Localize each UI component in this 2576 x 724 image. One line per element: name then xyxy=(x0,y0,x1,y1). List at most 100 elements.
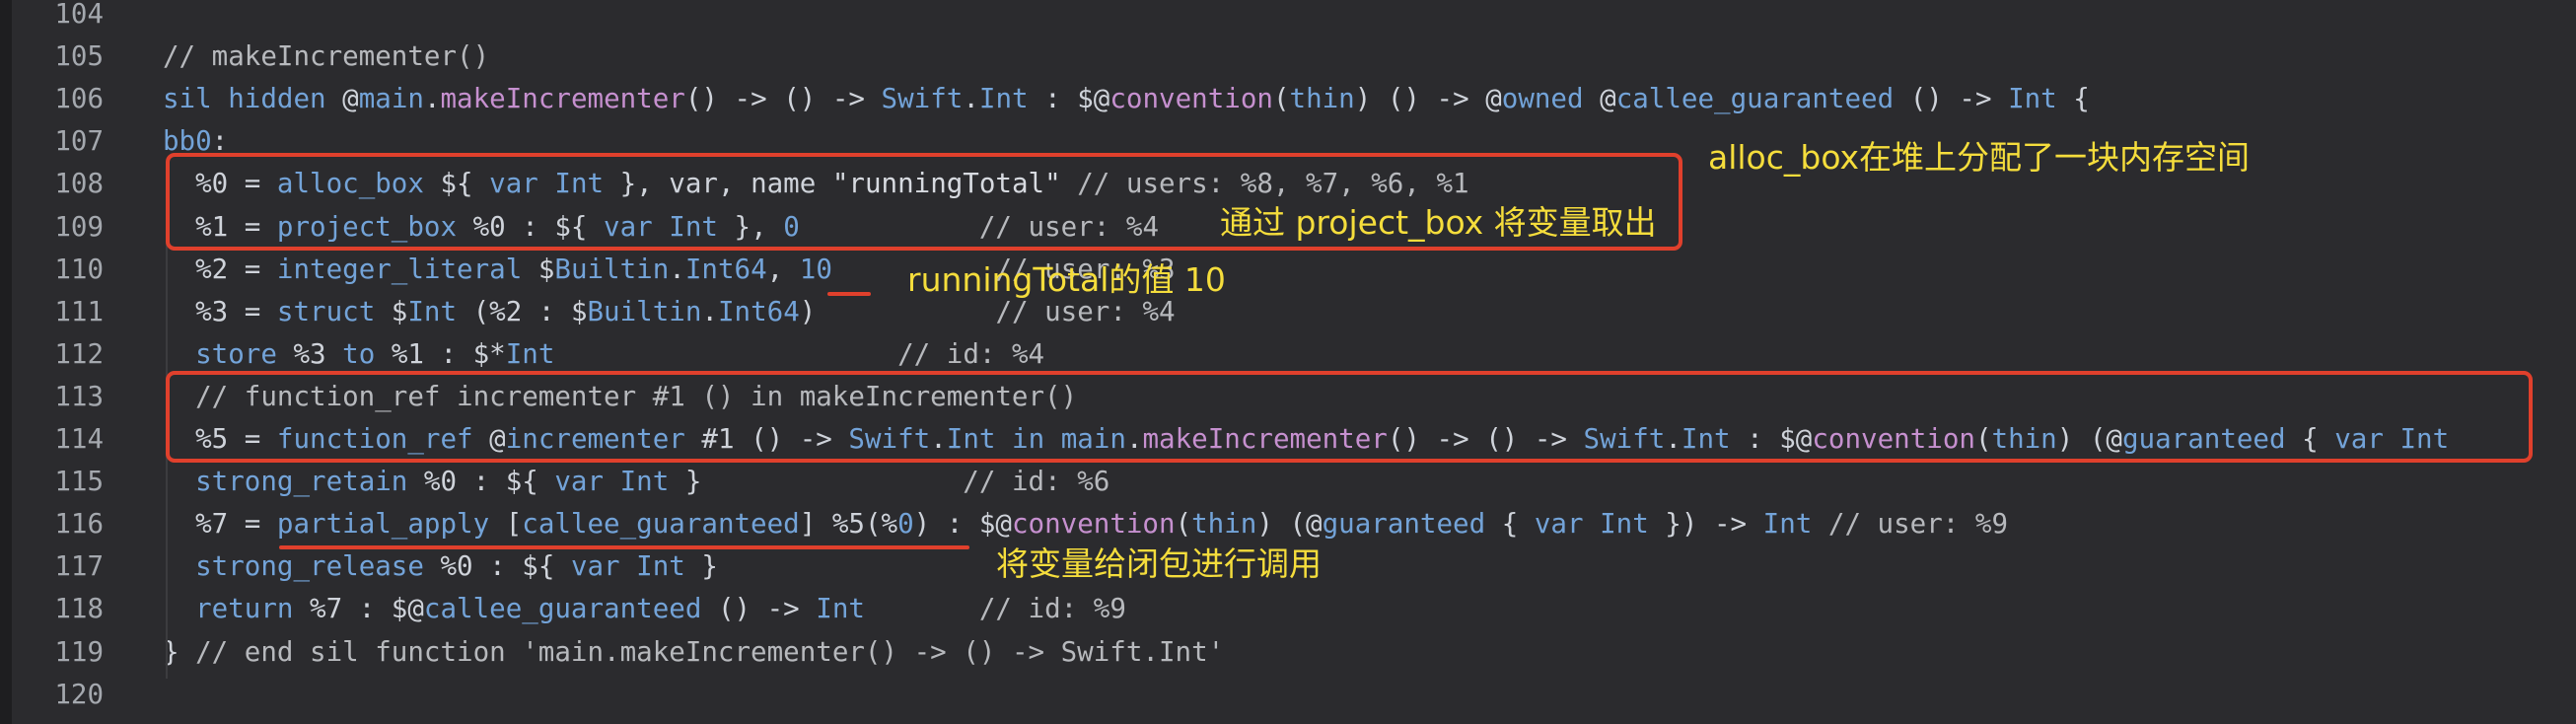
code-token: 10 xyxy=(799,253,832,285)
code-token: ( xyxy=(1175,508,1192,541)
code-token: // id: %9 xyxy=(978,593,1126,625)
highlight-box-function-ref xyxy=(166,371,2533,463)
code-line[interactable]: 119 } // end sil function 'main.makeIncre… xyxy=(0,631,2576,674)
code-token: ( xyxy=(1272,83,1290,115)
annotation-partial-apply: 将变量给闭包进行调用 xyxy=(996,544,1322,583)
line-number: 116 xyxy=(54,508,104,541)
code-token: $ xyxy=(522,253,555,285)
code-token: store xyxy=(195,337,277,370)
code-token: , xyxy=(766,253,800,285)
code-line[interactable]: 116 %7 = partial_apply [callee_guarantee… xyxy=(0,503,2576,545)
code-token: strong_release xyxy=(195,550,424,583)
code-line[interactable]: 112 store %3 to %1 : $*Int // id: %4 xyxy=(0,333,2576,376)
code-token: Int xyxy=(505,337,555,370)
annotation-project-box: 通过 project_box 将变量取出 xyxy=(1220,203,1657,242)
underline-value-10 xyxy=(827,292,871,296)
code-token: callee_guaranteed xyxy=(522,508,800,541)
code-token: owned xyxy=(1501,83,1584,115)
code-token: { xyxy=(1485,508,1535,541)
code-token: // id: %6 xyxy=(963,466,1110,498)
line-number: 106 xyxy=(54,83,104,115)
code-text[interactable]: // makeIncrementer() xyxy=(163,36,489,78)
code-text[interactable]: } // end sil function 'main.makeIncremen… xyxy=(163,631,1224,674)
code-token: Int xyxy=(1762,508,1813,541)
code-line[interactable]: 118 return %7 : $@callee_guaranteed () -… xyxy=(0,588,2576,630)
code-text[interactable]: strong_release %0 : ${ var Int } xyxy=(163,545,718,588)
code-text[interactable]: %7 = partial_apply [callee_guaranteed] %… xyxy=(163,503,2008,545)
code-token: hidden xyxy=(228,83,326,115)
code-token: () -> xyxy=(1894,83,2009,115)
code-token: Int xyxy=(816,593,865,625)
code-token: } xyxy=(669,466,964,498)
annotation-running-total: runningTotal的值 10 xyxy=(907,260,1226,299)
code-token: ) (@ xyxy=(1256,508,1323,541)
code-line[interactable]: 111 %3 = struct $Int (%2 : $Builtin.Int6… xyxy=(0,291,2576,333)
code-token: Builtin xyxy=(587,295,702,327)
code-token: var xyxy=(1534,508,1584,541)
code-token: strong_retain xyxy=(195,466,408,498)
code-token: Int xyxy=(636,550,685,583)
code-token: $ xyxy=(375,295,408,327)
code-line[interactable]: 106 sil hidden @main.makeIncrementer() ->… xyxy=(0,78,2576,120)
code-token: () -> () -> xyxy=(684,83,882,115)
code-token: @ xyxy=(325,83,359,115)
code-token: Int64 xyxy=(684,253,767,285)
code-editor[interactable]: 104 105// makeIncrementer() 106 sil hidden … xyxy=(0,0,2576,724)
code-token: Int xyxy=(2008,83,2057,115)
code-token: // id: %4 xyxy=(897,337,1045,370)
code-line[interactable]: 110 %2 = integer_literal $Builtin.Int64,… xyxy=(0,249,2576,291)
code-token: partial_apply xyxy=(276,508,490,541)
code-line[interactable]: 105 // makeIncrementer() xyxy=(0,36,2576,78)
code-token: () -> xyxy=(701,593,817,625)
code-token: Builtin xyxy=(554,253,670,285)
code-token: . xyxy=(423,83,441,115)
code-token: } xyxy=(684,550,718,583)
code-token: thin xyxy=(1289,83,1355,115)
code-text[interactable]: sil hidden @main.makeIncrementer() -> ()… xyxy=(163,78,2090,120)
code-token: main xyxy=(358,83,424,115)
line-number: 120 xyxy=(54,678,104,710)
code-token: sil xyxy=(163,83,212,115)
code-text[interactable]: store %3 to %1 : $*Int // id: %4 xyxy=(163,333,1044,376)
line-number: 111 xyxy=(54,295,104,327)
annotation-alloc-box: alloc_box在堆上分配了一块内存空间 xyxy=(1708,138,2251,177)
code-token: integer_literal xyxy=(276,253,523,285)
code-token: return xyxy=(195,593,294,625)
code-token: %2 = xyxy=(163,253,277,285)
code-token: ) () -> @ xyxy=(1354,83,1502,115)
code-token: Int64 xyxy=(717,295,800,327)
code-token: struct xyxy=(276,295,376,327)
code-token: Swift xyxy=(881,83,964,115)
line-number: 110 xyxy=(54,253,104,285)
code-token: guaranteed xyxy=(1322,508,1486,541)
line-number: 117 xyxy=(54,550,104,583)
line-number: 105 xyxy=(54,40,104,73)
code-token: ) xyxy=(799,295,996,327)
code-token: makeIncrementer xyxy=(440,83,685,115)
code-token: . xyxy=(669,253,685,285)
code-token: . xyxy=(701,295,718,327)
line-number: 119 xyxy=(54,635,104,668)
code-token: : $@ xyxy=(1028,83,1110,115)
code-token: // makeIncrementer() xyxy=(163,40,490,73)
code-token: (%2 : $ xyxy=(457,295,588,327)
code-token: Int xyxy=(978,83,1029,115)
code-token: convention xyxy=(1109,83,1273,115)
code-line[interactable]: 115 strong_retain %0 : ${ var Int } // i… xyxy=(0,461,2576,503)
line-number: 107 xyxy=(54,125,104,158)
code-text[interactable]: strong_retain %0 : ${ var Int } // id: %… xyxy=(163,461,1109,503)
line-number: 104 xyxy=(54,0,104,30)
code-line[interactable]: 104 xyxy=(0,0,2576,36)
underline-partial-apply xyxy=(279,545,969,549)
code-token: { xyxy=(2056,83,2090,115)
code-token: convention xyxy=(1011,508,1176,541)
code-token: ) : $@ xyxy=(913,508,1012,541)
code-line[interactable]: 120 xyxy=(0,674,2576,716)
code-text[interactable]: return %7 : $@callee_guaranteed () -> In… xyxy=(163,588,1126,630)
